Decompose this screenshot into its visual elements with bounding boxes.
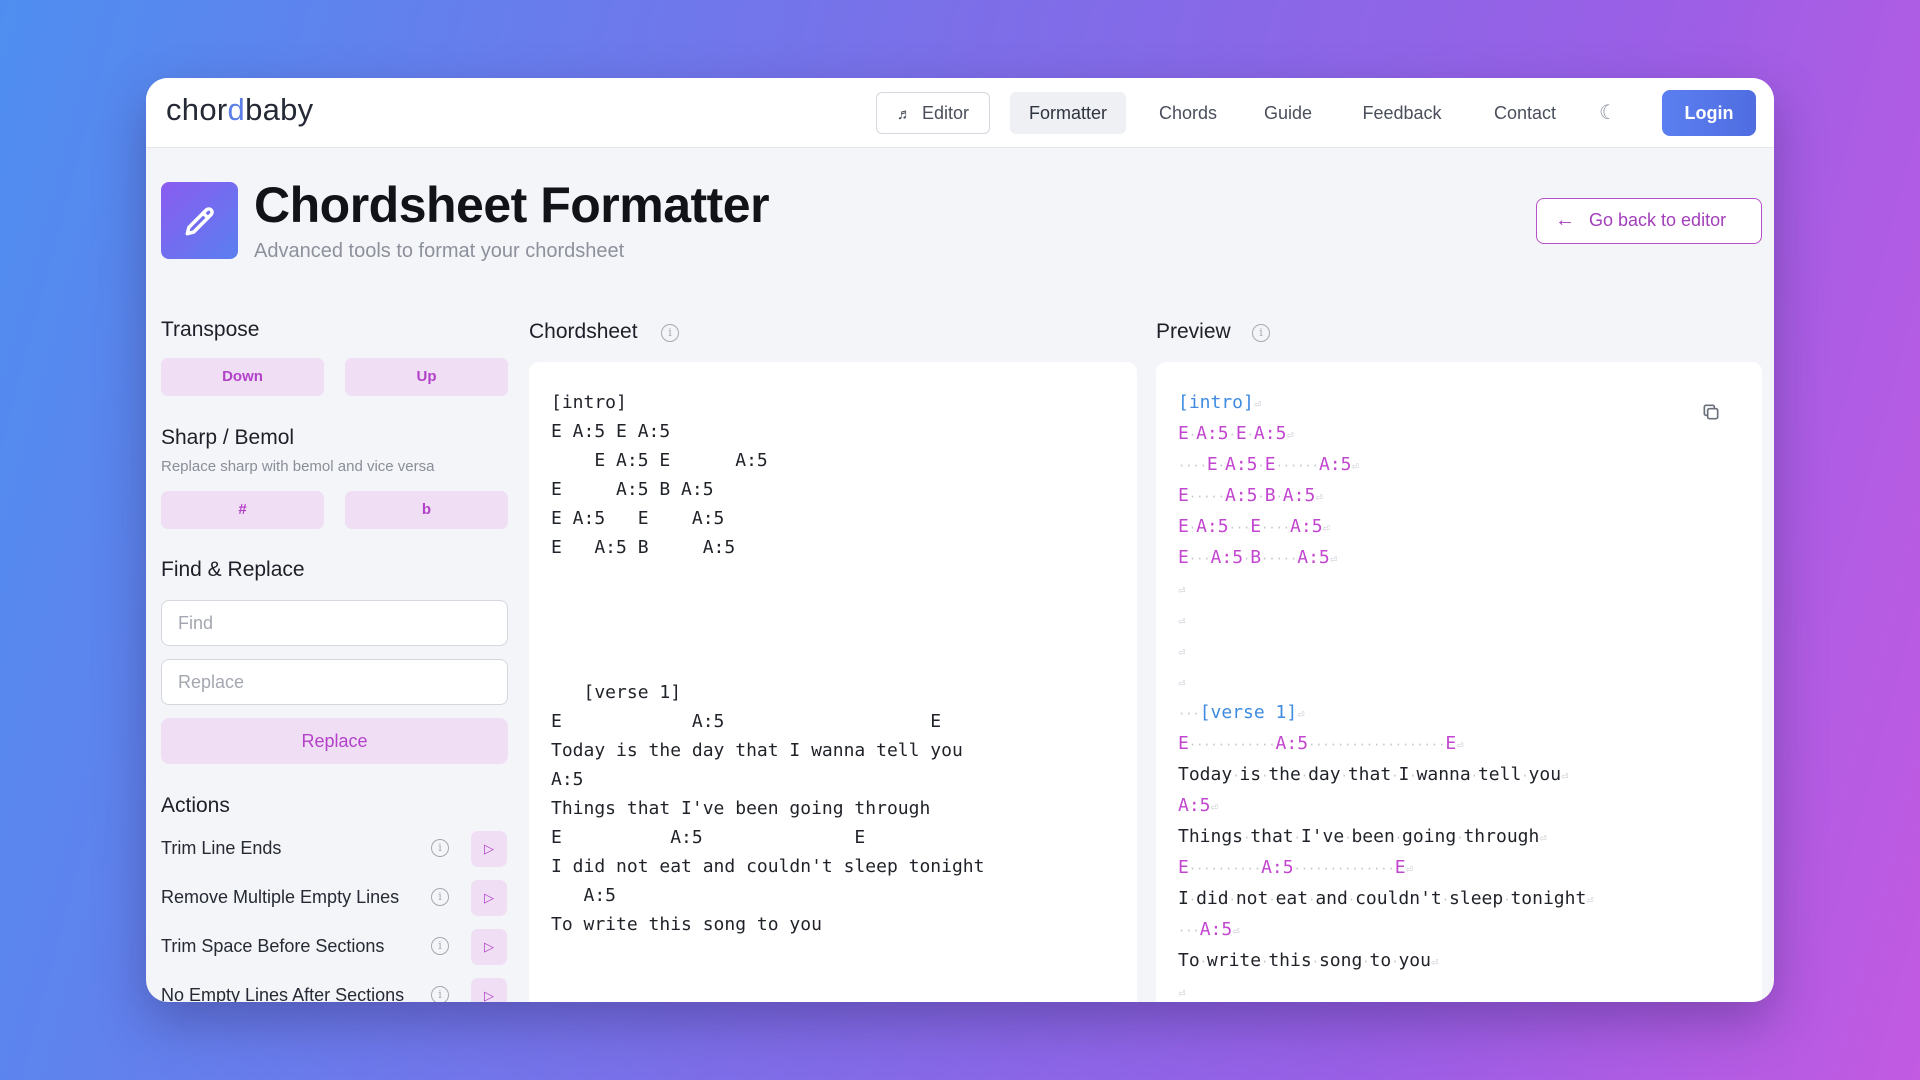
preview-text: [intro]⏎ E·A:5·E·A:5⏎ ····E·A:5·E······A… (1178, 392, 1594, 1000)
page-title: Chordsheet Formatter (254, 177, 770, 233)
chordsheet-title: Chordsheet (529, 320, 638, 343)
sharp-button[interactable]: # (161, 491, 324, 529)
action-label: Trim Space Before Sections (161, 936, 385, 956)
find-input[interactable] (161, 600, 508, 646)
action-label: No Empty Lines After Sections (161, 985, 405, 1002)
bemol-button[interactable]: b (345, 491, 508, 529)
app-window: chordbaby ♬ Editor Formatter Chords Guide… (146, 78, 1774, 1002)
replace-input[interactable] (161, 659, 508, 705)
play-icon[interactable]: ▷ (471, 880, 507, 916)
play-icon[interactable]: ▷ (471, 831, 507, 867)
action-trim-space-before-sections: Trim Space Before Sections i ▷ (161, 929, 508, 965)
info-icon[interactable]: i (431, 839, 449, 857)
action-trim-line-ends: Trim Line Ends i ▷ (161, 831, 508, 867)
sharp-bemol-description: Replace sharp with bemol and vice versa (161, 458, 435, 475)
nav-chords[interactable]: Chords (1142, 92, 1234, 134)
action-label: Trim Line Ends (161, 838, 282, 858)
chordsheet-text[interactable]: [intro] E A:5 E A:5 E A:5 E A:5 E A:5 B … (551, 388, 984, 1002)
moon-icon[interactable]: ☾ (1590, 92, 1626, 134)
actions-title: Actions (161, 794, 230, 817)
arrow-left-icon: ← (1555, 209, 1575, 231)
replace-button[interactable]: Replace (161, 718, 508, 764)
info-icon[interactable]: i (431, 986, 449, 1002)
preview-panel: [intro]⏎ E·A:5·E·A:5⏎ ····E·A:5·E······A… (1156, 362, 1762, 1002)
preview-title: Preview (1156, 320, 1231, 343)
info-icon[interactable]: i (661, 324, 679, 342)
copy-icon[interactable] (1701, 402, 1721, 427)
play-icon[interactable]: ▷ (471, 929, 507, 965)
nav-guide[interactable]: Guide (1248, 92, 1328, 134)
logo[interactable]: chordbaby (166, 92, 314, 128)
formatter-icon (161, 182, 238, 259)
nav-contact[interactable]: Contact (1476, 92, 1574, 134)
transpose-down-button[interactable]: Down (161, 358, 324, 396)
action-no-empty-lines-after-sections: No Empty Lines After Sections i ▷ (161, 978, 508, 1002)
transpose-up-button[interactable]: Up (345, 358, 508, 396)
transpose-title: Transpose (161, 318, 260, 341)
nav-feedback[interactable]: Feedback (1346, 92, 1458, 134)
info-icon[interactable]: i (431, 937, 449, 955)
info-icon[interactable]: i (1252, 324, 1270, 342)
nav-editor[interactable]: ♬ Editor (876, 92, 990, 134)
nav-formatter[interactable]: Formatter (1010, 92, 1126, 134)
go-back-to-editor-button[interactable]: ← Go back to editor (1536, 198, 1762, 244)
top-navbar: chordbaby ♬ Editor Formatter Chords Guide… (146, 78, 1774, 148)
find-replace-title: Find & Replace (161, 558, 305, 581)
info-icon[interactable]: i (431, 888, 449, 906)
page-subtitle: Advanced tools to format your chordsheet (254, 240, 625, 262)
chordsheet-editor[interactable]: [intro] E A:5 E A:5 E A:5 E A:5 E A:5 B … (529, 362, 1137, 1002)
action-remove-multiple-empty-lines: Remove Multiple Empty Lines i ▷ (161, 880, 508, 916)
play-icon[interactable]: ▷ (471, 978, 507, 1002)
action-label: Remove Multiple Empty Lines (161, 887, 400, 907)
sharp-bemol-title: Sharp / Bemol (161, 426, 295, 449)
music-note-icon: ♬ (896, 106, 912, 123)
login-button[interactable]: Login (1662, 90, 1756, 136)
